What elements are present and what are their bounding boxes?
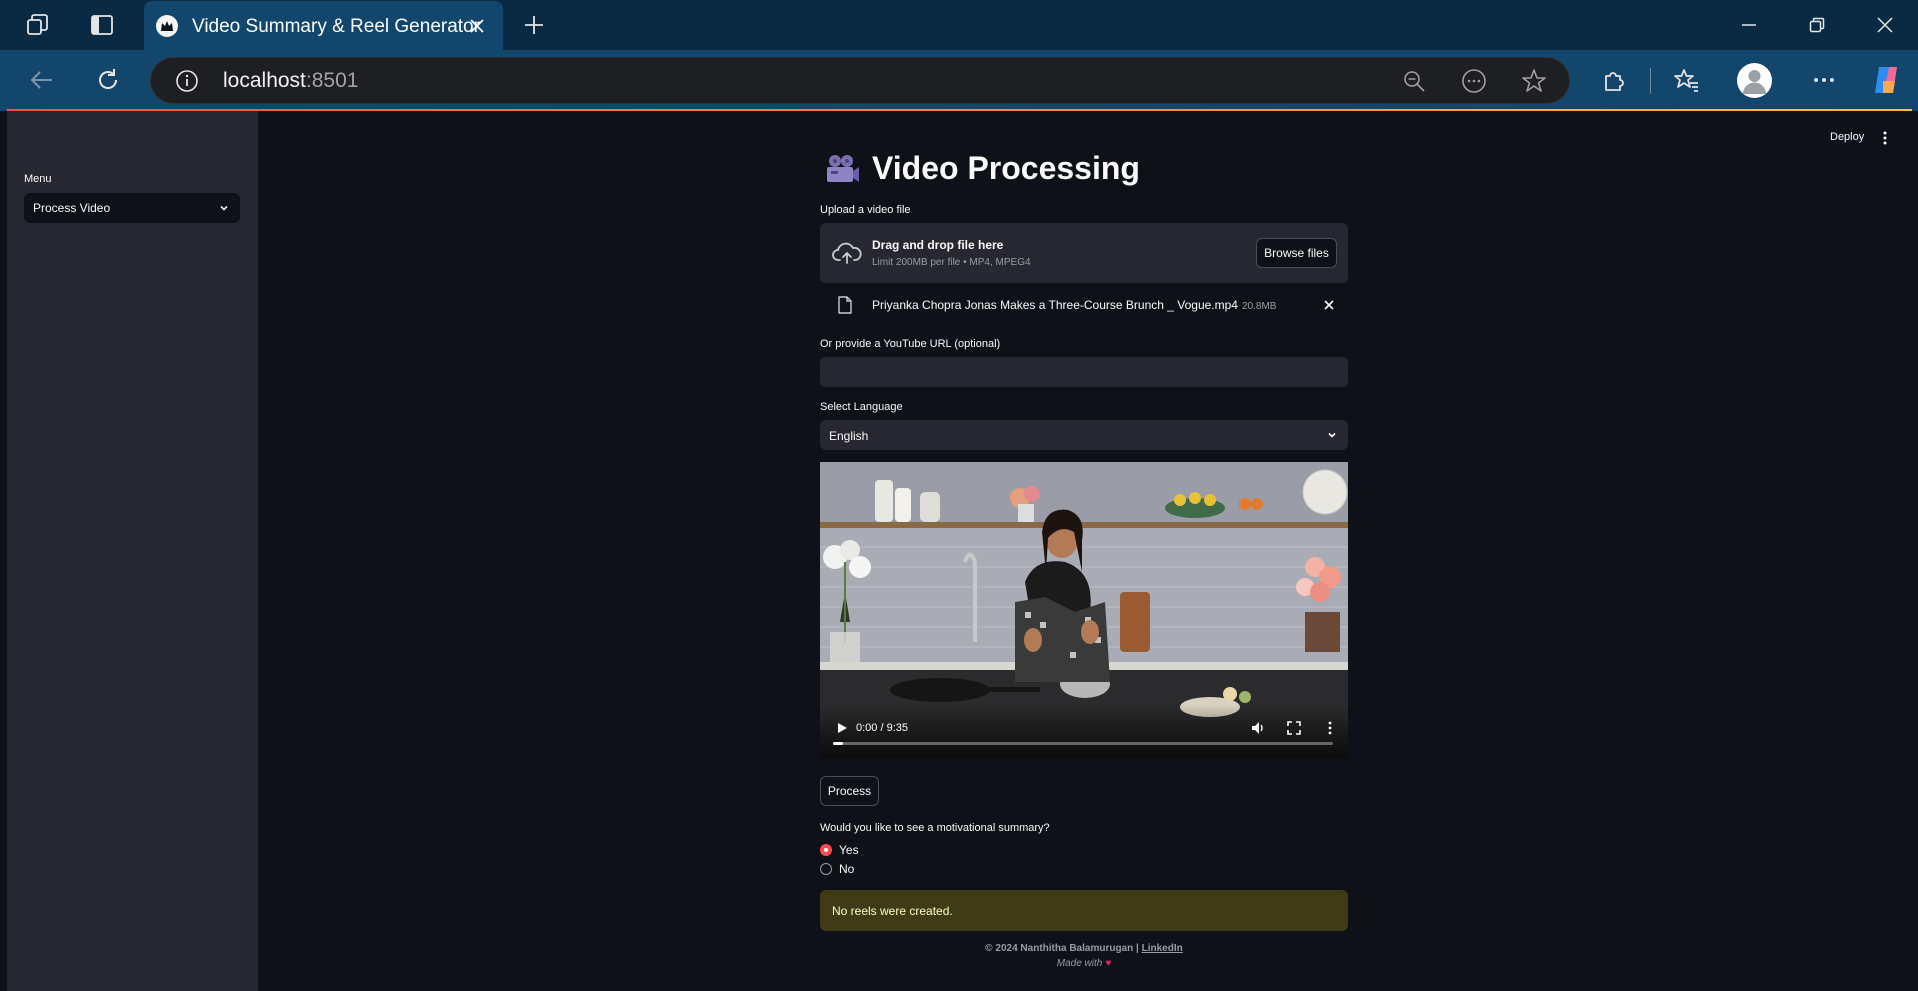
video-progress-fill xyxy=(833,742,843,745)
minimize-icon[interactable] xyxy=(1734,10,1764,40)
video-time: 0:00 / 9:35 xyxy=(856,722,908,734)
tab-title: Video Summary & Reel Generator xyxy=(192,16,480,37)
file-name: Priyanka Chopra Jonas Makes a Three-Cour… xyxy=(872,298,1238,312)
heart-icon: ♥ xyxy=(1105,958,1112,969)
chevron-down-icon xyxy=(220,205,228,211)
made-with-text: Made with xyxy=(1056,958,1103,969)
file-size: 20.8MB xyxy=(1241,301,1277,312)
streamlit-favicon-icon xyxy=(156,15,178,37)
favorites-icon[interactable] xyxy=(1668,62,1704,98)
tab-close-icon[interactable] xyxy=(466,15,488,37)
language-label: Select Language xyxy=(820,401,903,413)
menu-select-value: Process Video xyxy=(33,201,111,215)
browser-tab-bar: Video Summary & Reel Generator xyxy=(0,0,1918,51)
page-title-text: Video Processing xyxy=(872,150,1140,186)
language-select[interactable]: English xyxy=(820,420,1348,450)
main-menu-icon[interactable] xyxy=(1878,130,1892,146)
page-title: Video Processing xyxy=(824,150,1140,187)
radio-option-no[interactable]: No xyxy=(820,862,854,876)
tab-actions-icon[interactable] xyxy=(88,11,116,39)
summary-question: Would you like to see a motivational sum… xyxy=(820,822,1050,834)
refresh-icon[interactable] xyxy=(90,62,126,98)
radio-option-yes[interactable]: Yes xyxy=(820,843,859,857)
favorite-star-icon[interactable] xyxy=(1521,68,1547,94)
workspaces-icon[interactable] xyxy=(24,11,52,39)
radio-button[interactable] xyxy=(820,863,832,875)
footer-copyright: © 2024 Nanthitha Balamurugan | LinkedIn xyxy=(820,943,1348,954)
dropzone-instructions: Drag and drop file here xyxy=(872,238,1004,252)
play-icon[interactable] xyxy=(835,721,849,735)
video-player[interactable]: 0:00 / 9:35 xyxy=(820,462,1348,759)
alert-message: No reels were created. xyxy=(832,904,953,918)
menu-select[interactable]: Process Video xyxy=(24,193,240,223)
close-window-icon[interactable] xyxy=(1870,10,1900,40)
process-button[interactable]: Process xyxy=(820,776,879,806)
copyright-text: © 2024 Nanthitha Balamurugan | xyxy=(985,943,1139,954)
settings-more-icon[interactable] xyxy=(1806,62,1842,98)
linkedin-link[interactable]: LinkedIn xyxy=(1142,943,1183,954)
url-host: localhost xyxy=(223,69,306,92)
fullscreen-icon[interactable] xyxy=(1286,720,1302,736)
video-controls: 0:00 / 9:35 xyxy=(820,704,1348,759)
radio-label: Yes xyxy=(839,843,859,857)
browse-files-button[interactable]: Browse files xyxy=(1256,238,1337,268)
deploy-button[interactable]: Deploy xyxy=(1830,131,1864,143)
warning-alert: No reels were created. xyxy=(820,890,1348,931)
restore-icon[interactable] xyxy=(1802,10,1832,40)
youtube-url-input[interactable] xyxy=(820,357,1348,387)
uploaded-file: Priyanka Chopra Jonas Makes a Three-Cour… xyxy=(820,293,1348,317)
url-text[interactable]: localhost:8501 xyxy=(223,69,358,93)
reading-more-icon[interactable] xyxy=(1461,68,1487,94)
copilot-icon[interactable] xyxy=(1868,62,1904,98)
active-tab[interactable]: Video Summary & Reel Generator xyxy=(144,1,503,51)
zoom-out-icon[interactable] xyxy=(1401,68,1427,94)
volume-icon[interactable] xyxy=(1250,720,1266,736)
url-port: :8501 xyxy=(305,69,359,92)
footer-made-with: Made with ♥ xyxy=(820,958,1348,969)
profile-avatar[interactable] xyxy=(1737,63,1772,98)
chevron-down-icon xyxy=(1328,432,1336,438)
loading-accent-bar xyxy=(7,109,1912,111)
video-more-icon[interactable] xyxy=(1322,720,1338,736)
browser-toolbar: localhost:8501 xyxy=(0,50,1918,111)
youtube-url-label: Or provide a YouTube URL (optional) xyxy=(820,338,1001,350)
menu-label: Menu xyxy=(24,173,52,185)
cloud-upload-icon xyxy=(832,242,862,264)
toolbar-divider xyxy=(1650,68,1651,94)
file-icon xyxy=(838,296,852,314)
radio-button[interactable] xyxy=(820,844,832,856)
dropzone-limit: Limit 200MB per file • MP4, MPEG4 xyxy=(872,257,1031,268)
language-select-value: English xyxy=(829,429,869,443)
remove-file-icon[interactable] xyxy=(1322,298,1336,312)
new-tab-icon[interactable] xyxy=(520,11,548,39)
sidebar: Menu Process Video xyxy=(7,111,258,991)
upload-label: Upload a video file xyxy=(820,204,911,216)
site-info-icon[interactable] xyxy=(175,69,199,93)
movie-camera-icon xyxy=(827,154,859,182)
video-progress-bar[interactable] xyxy=(833,742,1333,745)
address-bar[interactable]: localhost:8501 xyxy=(150,57,1570,104)
file-dropzone[interactable]: Drag and drop file here Limit 200MB per … xyxy=(820,223,1348,283)
back-icon[interactable] xyxy=(24,62,60,98)
radio-label: No xyxy=(839,862,855,876)
extensions-icon[interactable] xyxy=(1596,62,1632,98)
